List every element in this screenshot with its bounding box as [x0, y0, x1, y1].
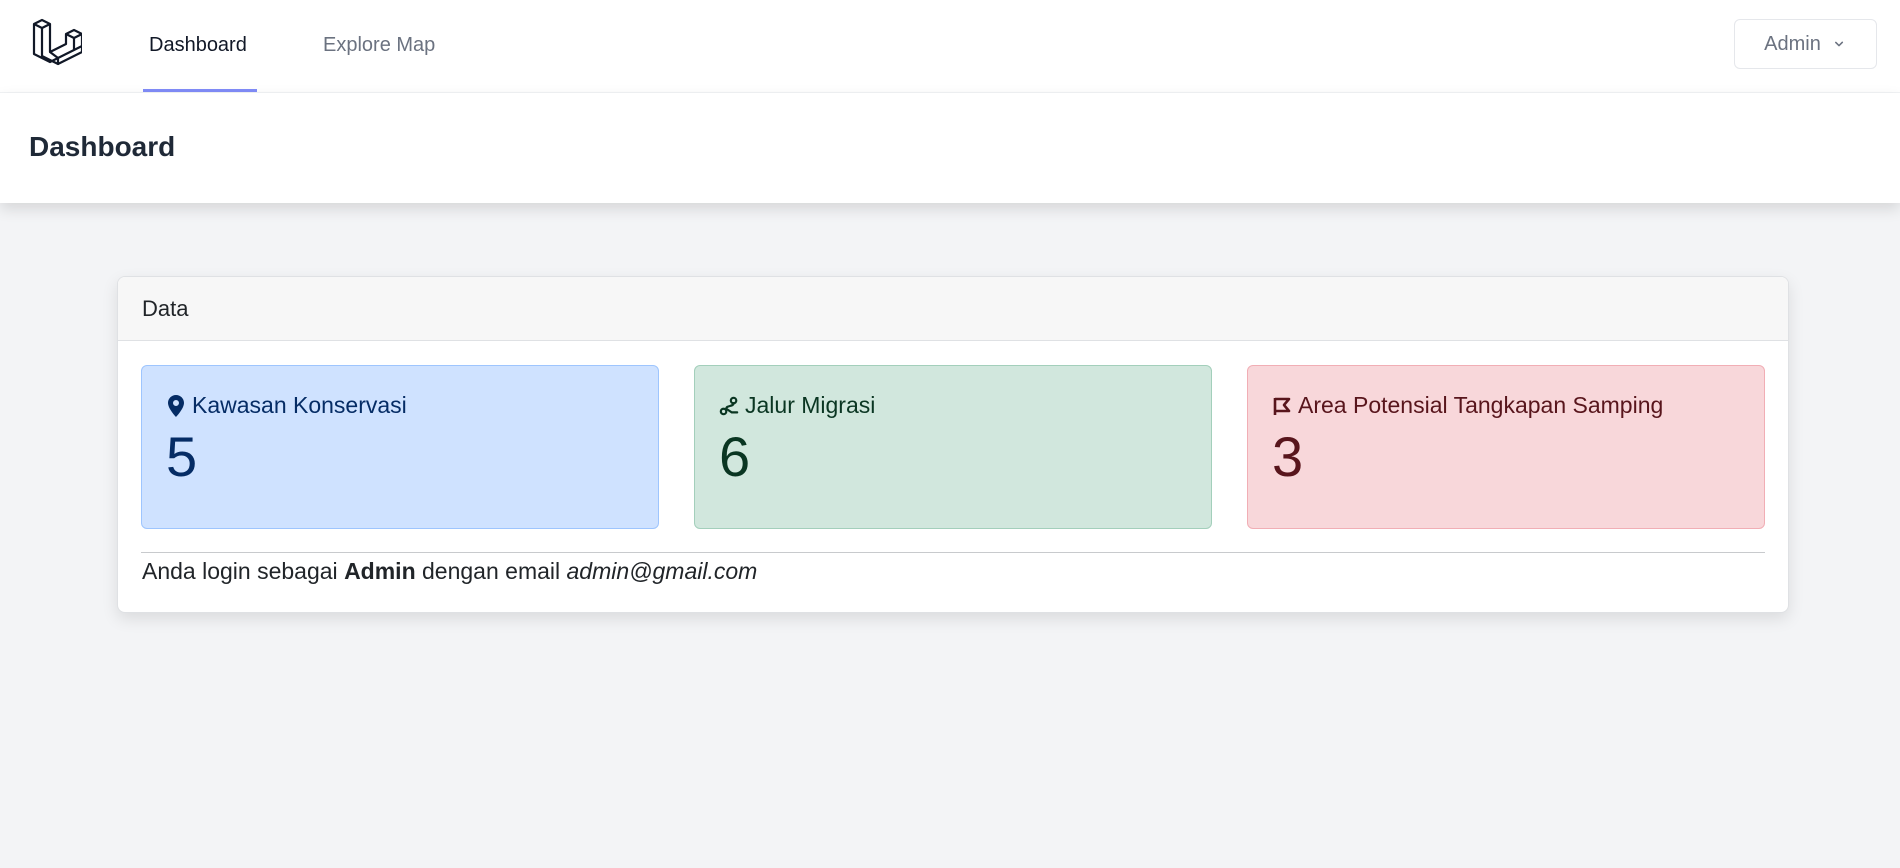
nav-link-dashboard[interactable]: Dashboard: [149, 34, 247, 57]
card-title: Data: [142, 295, 189, 321]
user-name: Admin: [1764, 32, 1821, 55]
flag-icon: [1273, 397, 1291, 415]
nav-link-explore-map[interactable]: Explore Map: [323, 34, 435, 57]
stat-tile-jalur-migrasi: Jalur Migrasi 6: [694, 365, 1212, 529]
page-header: Dashboard: [0, 93, 1900, 203]
login-email: admin@gmail.com: [566, 558, 758, 584]
data-card: Data Kawasan Konservasi 5 Jalur Migrasi …: [117, 276, 1789, 613]
tile-label: Kawasan Konservasi: [192, 392, 407, 418]
login-info: Anda login sebagai Admin dengan email ad…: [142, 558, 757, 585]
login-middle: dengan email: [422, 558, 561, 584]
login-prefix: Anda login sebagai: [142, 558, 338, 584]
user-dropdown-button[interactable]: Admin: [1734, 19, 1877, 69]
stat-tile-area-potensial: Area Potensial Tangkapan Samping 3: [1247, 365, 1765, 529]
laravel-logo-icon[interactable]: [32, 18, 82, 70]
tile-count: 5: [166, 425, 198, 488]
active-nav-indicator: [143, 89, 257, 92]
tile-count: 6: [719, 425, 751, 488]
chevron-down-icon: [1834, 41, 1843, 47]
login-user: Admin: [344, 558, 416, 584]
page-title: Dashboard: [29, 131, 176, 162]
stats-tiles: Kawasan Konservasi 5 Jalur Migrasi 6 Are…: [141, 365, 1765, 529]
stat-tile-kawasan-konservasi: Kawasan Konservasi 5: [141, 365, 659, 529]
divider: [141, 552, 1765, 553]
tile-label: Area Potensial Tangkapan Samping: [1298, 392, 1664, 418]
top-navigation: Dashboard Explore Map Admin: [0, 0, 1900, 93]
map-marker-icon: [168, 394, 184, 417]
route-icon: [719, 396, 739, 415]
card-header: Data: [118, 277, 1788, 341]
tile-label: Jalur Migrasi: [745, 392, 876, 418]
tile-count: 3: [1272, 425, 1304, 488]
